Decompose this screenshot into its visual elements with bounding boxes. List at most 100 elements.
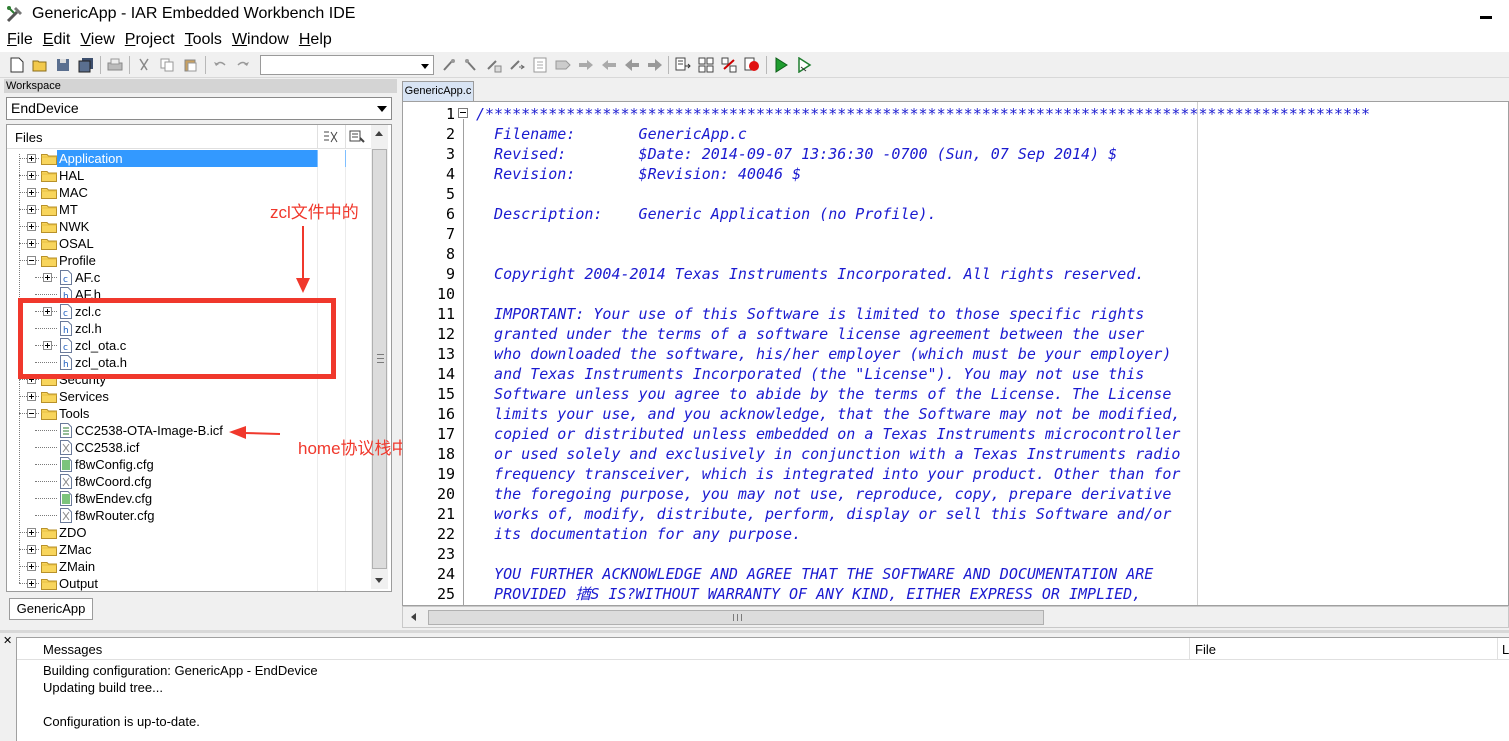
tree-folder[interactable]: Tools [7,405,371,422]
print-icon[interactable] [106,56,124,74]
previous-bookmark-icon[interactable] [577,56,595,74]
scroll-up-icon[interactable] [375,131,383,136]
code-line[interactable]: Software unless you agree to abide by th… [476,384,1171,404]
find-previous-icon[interactable] [462,56,480,74]
code-line[interactable]: and Texas Instruments Incorporated (the … [476,364,1144,384]
debug-without-download-icon[interactable] [795,56,813,74]
options-icon[interactable] [349,130,365,144]
find-next-icon[interactable] [440,56,458,74]
tree-folder[interactable]: ZMain [7,558,371,575]
workspace-scrollbar[interactable] [371,125,388,589]
code-line[interactable]: Revision: $Revision: 40046 $ [476,164,801,184]
scroll-left-icon[interactable] [411,613,416,621]
tree-folder[interactable]: Application [7,150,371,167]
code-line[interactable]: Revised: $Date: 2014-09-07 13:36:30 -070… [476,144,1117,164]
editor-horizontal-scrollbar[interactable] [402,606,1509,628]
tree-file[interactable]: f8wRouter.cfg [7,507,371,524]
tree-folder[interactable]: ZMac [7,541,371,558]
menu-window[interactable]: Window [227,28,294,52]
expand-icon[interactable] [43,273,52,282]
expand-icon[interactable] [27,205,36,214]
scroll-down-icon[interactable] [375,578,383,583]
open-folder-icon[interactable] [31,56,49,74]
code-line[interactable]: the foregoing purpose, you may not use, … [476,484,1171,504]
cut-icon[interactable] [135,56,153,74]
menu-file[interactable]: File [2,28,38,52]
editor-tab-genericapp-c[interactable]: GenericApp.c [402,81,474,101]
expand-icon[interactable] [27,579,36,588]
code-line[interactable]: YOU FURTHER ACKNOWLEDGE AND AGREE THAT T… [476,564,1153,584]
expand-icon[interactable] [27,171,36,180]
navigate-backward-icon[interactable] [623,56,641,74]
collapse-icon[interactable] [27,256,36,265]
tree-folder[interactable]: Output [7,575,371,591]
expand-icon[interactable] [27,528,36,537]
paste-icon[interactable] [181,56,199,74]
expand-icon[interactable] [27,562,36,571]
copy-icon[interactable] [158,56,176,74]
tree-file[interactable]: f8wEndev.cfg [7,490,371,507]
menu-help[interactable]: Help [294,28,337,52]
file-column-header[interactable]: File [1195,642,1216,657]
scroll-thumb[interactable] [428,610,1044,625]
message-line[interactable]: Building configuration: GenericApp - End… [43,662,318,679]
code-line[interactable]: PROVIDED 揂S IS?WITHOUT WARRANTY OF ANY K… [476,584,1141,604]
files-column-header[interactable]: Files [7,125,371,149]
menu-edit[interactable]: Edit [38,28,76,52]
download-and-debug-icon[interactable] [772,56,790,74]
tree-file[interactable]: c AF.c [7,269,371,286]
code-line[interactable]: who downloaded the software, his/her emp… [476,344,1171,364]
code-line[interactable]: or used solely and exclusively in conjun… [476,444,1180,464]
minimize-button[interactable] [1477,6,1495,22]
tree-folder[interactable]: HAL [7,167,371,184]
redo-icon[interactable] [234,56,252,74]
code-line[interactable]: copied or distributed unless embedded on… [476,424,1180,444]
next-bookmark-icon[interactable] [600,56,618,74]
code-line[interactable]: /***************************************… [476,104,1370,124]
tree-folder[interactable]: Services [7,388,371,405]
make-icon[interactable] [697,56,715,74]
code-line[interactable]: Filename: GenericApp.c [476,124,747,144]
save-icon[interactable] [54,56,72,74]
save-all-icon[interactable] [77,56,95,74]
stop-build-icon[interactable] [720,56,738,74]
iar-app-icon[interactable] [4,3,26,25]
new-file-icon[interactable] [8,56,26,74]
toggle-breakpoint-icon[interactable] [743,56,761,74]
collapse-icon[interactable] [27,409,36,418]
undo-icon[interactable] [211,56,229,74]
replace-icon[interactable] [508,56,526,74]
code-line[interactable]: IMPORTANT: Your use of this Software is … [476,304,1144,324]
menu-tools[interactable]: Tools [180,28,227,52]
menu-project[interactable]: Project [120,28,180,52]
file-status-icon[interactable] [323,130,339,144]
find-in-files-icon[interactable] [485,56,503,74]
expand-icon[interactable] [27,392,36,401]
navigate-forward-icon[interactable] [646,56,664,74]
goto-icon[interactable] [531,56,549,74]
message-line[interactable]: Configuration is up-to-date. [43,713,200,730]
line-column-header[interactable]: L [1502,642,1509,657]
toggle-bookmark-icon[interactable] [554,56,572,74]
tree-folder[interactable]: Profile [7,252,371,269]
fold-collapse-icon[interactable] [458,108,468,118]
panel-splitter[interactable] [0,630,1509,633]
code-line[interactable]: its documentation for any purpose. [476,524,801,544]
expand-icon[interactable] [27,222,36,231]
code-line[interactable]: Copyright 2004-2014 Texas Instruments In… [476,264,1144,284]
code-line[interactable]: frequency transceiver, which is integrat… [476,464,1180,484]
configuration-select[interactable]: EndDevice [6,97,392,120]
code-line[interactable]: granted under the terms of a software li… [476,324,1144,344]
tree-folder[interactable]: OSAL [7,235,371,252]
code-line[interactable]: works of, modify, distribute, perform, d… [476,504,1171,524]
compile-icon[interactable] [674,56,692,74]
workspace-tab-genericapp[interactable]: GenericApp [9,598,93,620]
tree-file[interactable]: f8wCoord.cfg [7,473,371,490]
find-combo[interactable] [260,55,434,75]
expand-icon[interactable] [27,154,36,163]
code-line[interactable]: limits your use, and you acknowledge, th… [476,404,1180,424]
code-line[interactable]: Description: Generic Application (no Pro… [476,204,937,224]
menu-view[interactable]: View [75,28,119,52]
expand-icon[interactable] [27,545,36,554]
scroll-thumb[interactable] [372,149,387,569]
